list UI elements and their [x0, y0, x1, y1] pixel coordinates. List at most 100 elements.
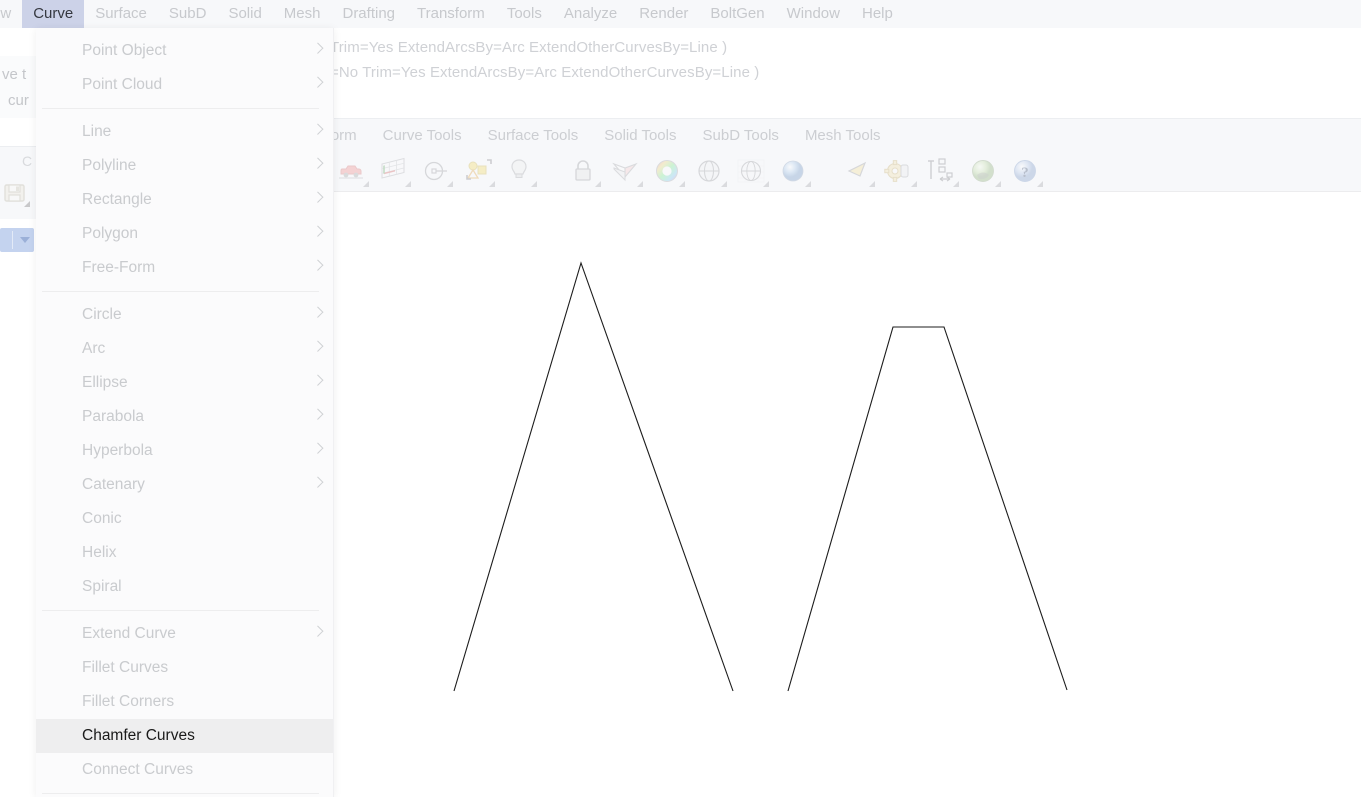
menu-item-subd[interactable]: SubD	[158, 0, 218, 28]
submenu-chevron-right-icon	[312, 626, 323, 637]
curve-dropdown-menu[interactable]: Point ObjectPoint Cloud Line Polyline Recta…	[36, 28, 334, 797]
toolbar-tab-subd-tools[interactable]: SubD Tools	[690, 123, 792, 148]
save-icon[interactable]	[2, 180, 28, 206]
submenu-chevron-right-icon	[312, 158, 323, 169]
curve-menu-item-label: Free-Form	[82, 259, 155, 277]
ghosted-view-icon[interactable]	[730, 152, 772, 190]
curve-menu-item-label: Extend Curve	[82, 625, 176, 643]
menu-item-window[interactable]: Window	[776, 0, 851, 28]
curve-menu-item-ellipse[interactable]: Ellipse	[36, 366, 333, 400]
curve-menu-item-chamfer-curves[interactable]: Chamfer Curves	[36, 719, 333, 753]
flyout-arrow-icon[interactable]	[489, 181, 495, 187]
flyout-arrow-icon[interactable]	[637, 181, 643, 187]
help-icon[interactable]: ?	[1004, 152, 1046, 190]
select-objects-icon[interactable]	[456, 152, 498, 190]
submenu-chevron-right-icon	[312, 477, 323, 488]
flyout-arrow-icon[interactable]	[805, 181, 811, 187]
color-wheel-icon[interactable]	[646, 152, 688, 190]
flyout-arrow-icon[interactable]	[531, 181, 537, 187]
curve-menu-item-conic[interactable]: Conic	[36, 502, 333, 536]
curve-menu-item-label: Chamfer Curves	[82, 727, 195, 745]
menu-item-render[interactable]: Render	[628, 0, 699, 28]
curve-menu-item-catenary[interactable]: Catenary	[36, 468, 333, 502]
menu-item-mesh[interactable]: Mesh	[273, 0, 332, 28]
light-bulb-icon[interactable]	[498, 152, 540, 190]
submenu-chevron-right-icon	[312, 260, 323, 271]
menu-item-analyze[interactable]: Analyze	[553, 0, 628, 28]
curve-menu-item-extend-curve[interactable]: Extend Curve	[36, 617, 333, 651]
chamfered-peak-polyline[interactable]	[788, 327, 1067, 691]
flyout-arrow-icon[interactable]	[595, 181, 601, 187]
curve-menu-item-hyperbola[interactable]: Hyperbola	[36, 434, 333, 468]
menu-item-tools[interactable]: Tools	[496, 0, 553, 28]
menu-item-boltgen[interactable]: BoltGen	[699, 0, 775, 28]
flyout-arrow-icon[interactable]	[363, 181, 369, 187]
curve-menu-item-free-form[interactable]: Free-Form	[36, 251, 333, 285]
curve-menu-item-label: Fillet Corners	[82, 693, 174, 711]
curve-menu-item-fillet-corners[interactable]: Fillet Corners	[36, 685, 333, 719]
toolbar-tab-curve-tools[interactable]: Curve Tools	[370, 123, 475, 148]
menu-item-help[interactable]: Help	[851, 0, 904, 28]
curve-menu-item-label: Conic	[82, 510, 122, 528]
shaded-view-icon[interactable]	[688, 152, 730, 190]
flyout-arrow-icon[interactable]	[405, 181, 411, 187]
flyout-arrow-icon[interactable]	[869, 181, 875, 187]
curve-menu-item-arc[interactable]: Arc	[36, 332, 333, 366]
curve-menu-item-label: Polyline	[82, 157, 136, 175]
lock-icon[interactable]	[562, 152, 604, 190]
left-toolbar-strip: ve t cur C	[0, 28, 36, 797]
flyout-arrow-icon[interactable]	[679, 181, 685, 187]
curve-menu-item-polygon[interactable]: Polygon	[36, 217, 333, 251]
submenu-chevron-right-icon	[312, 43, 323, 54]
curve-menu-item-connect-curves[interactable]: Connect Curves	[36, 753, 333, 787]
options-gears-icon[interactable]	[878, 152, 920, 190]
command-history-clipped: ve t cur	[0, 56, 36, 118]
curve-menu-item-label: Catenary	[82, 476, 145, 494]
curve-menu-item-parabola[interactable]: Parabola	[36, 400, 333, 434]
curve-menu-item-rectangle[interactable]: Rectangle	[36, 183, 333, 217]
flyout-arrow-icon[interactable]	[911, 181, 917, 187]
curve-menu-item-label: Polygon	[82, 225, 138, 243]
layer-selector-dropdown[interactable]	[0, 228, 34, 252]
curve-menu-item-circle[interactable]: Circle	[36, 298, 333, 332]
submenu-chevron-right-icon	[312, 124, 323, 135]
named-cplane-icon[interactable]	[372, 152, 414, 190]
menu-item-curve[interactable]: Curve	[22, 0, 84, 28]
layers-icon[interactable]	[604, 152, 646, 190]
flyout-arrow-icon[interactable]	[447, 181, 453, 187]
chevron-down-icon[interactable]	[20, 237, 30, 243]
toolbar-tab-solid-tools[interactable]: Solid Tools	[591, 123, 689, 148]
toolbar-tab-surface-tools[interactable]: Surface Tools	[475, 123, 592, 148]
flyout-arrow-icon[interactable]	[721, 181, 727, 187]
rendered-view-icon[interactable]	[772, 152, 814, 190]
curve-menu-item-point-object[interactable]: Point Object	[36, 34, 333, 68]
curve-menu-item-point-cloud[interactable]: Point Cloud	[36, 68, 333, 102]
flyout-arrow-icon[interactable]	[763, 181, 769, 187]
curve-menu-item-polyline[interactable]: Polyline	[36, 149, 333, 183]
toolbar-tab-mesh-tools[interactable]: Mesh Tools	[792, 123, 894, 148]
menu-item-solid[interactable]: Solid	[217, 0, 272, 28]
curve-menu-item-line[interactable]: Line	[36, 115, 333, 149]
menu-item-transform[interactable]: Transform	[406, 0, 496, 28]
command-history-clip-line-1: ve t	[2, 66, 26, 83]
car-walkabout-icon[interactable]	[330, 152, 372, 190]
command-history-clip-line-2: cur	[8, 92, 29, 109]
submenu-chevron-right-icon	[312, 77, 323, 88]
curve-menu-item-fillet-curves[interactable]: Fillet Curves	[36, 651, 333, 685]
curve-menu-item-label: Parabola	[82, 408, 144, 426]
menu-item-drafting[interactable]: Drafting	[331, 0, 406, 28]
camera-icon[interactable]	[836, 152, 878, 190]
submenu-chevron-right-icon	[312, 341, 323, 352]
save-flyout-arrow-icon[interactable]	[24, 201, 30, 207]
set-view-target-icon[interactable]	[414, 152, 456, 190]
curve-menu-item-spiral[interactable]: Spiral	[36, 570, 333, 604]
menu-item-ew[interactable]: ew	[0, 0, 22, 28]
dimension-icon[interactable]	[920, 152, 962, 190]
menu-item-surface[interactable]: Surface	[84, 0, 158, 28]
render-globe-icon[interactable]	[962, 152, 1004, 190]
flyout-arrow-icon[interactable]	[1037, 181, 1043, 187]
flyout-arrow-icon[interactable]	[995, 181, 1001, 187]
sharp-peak-polyline[interactable]	[454, 263, 733, 691]
flyout-arrow-icon[interactable]	[953, 181, 959, 187]
curve-menu-item-helix[interactable]: Helix	[36, 536, 333, 570]
